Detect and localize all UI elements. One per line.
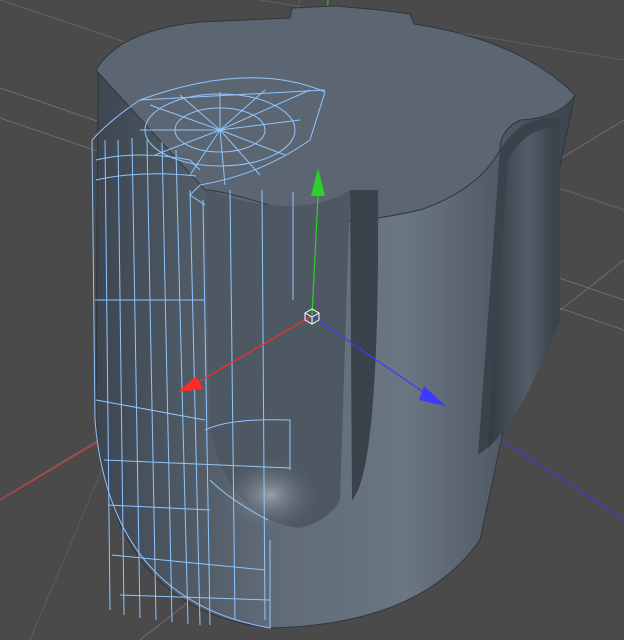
3d-viewport[interactable]: [0, 0, 624, 640]
viewport-canvas[interactable]: [0, 0, 624, 640]
cylinder-mesh[interactable]: [95, 5, 576, 629]
